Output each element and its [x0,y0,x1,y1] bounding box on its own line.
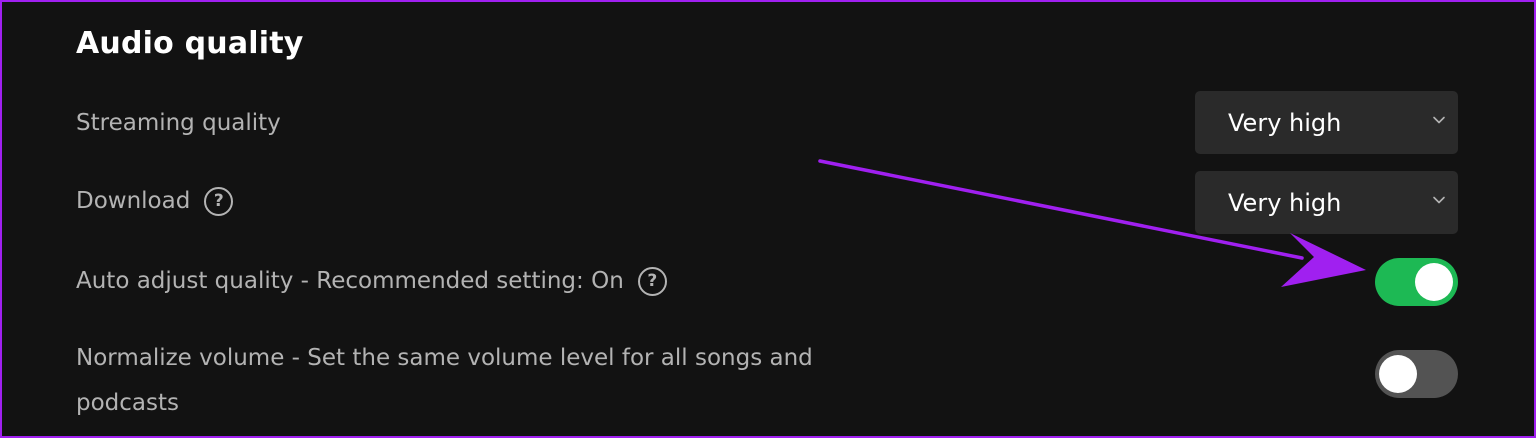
question-circle-icon[interactable]: ? [204,186,234,216]
toggle-knob [1379,355,1417,393]
auto-adjust-row: Auto adjust quality - Recommended settin… [76,264,667,298]
chevron-down-icon [1433,116,1445,124]
section-title: Audio quality [76,26,304,61]
auto-adjust-toggle[interactable] [1375,258,1458,306]
download-quality-value: Very high [1228,188,1342,217]
streaming-quality-dropdown[interactable]: Very high [1195,91,1458,154]
normalize-volume-row: Normalize volume - Set the same volume l… [76,336,896,426]
normalize-volume-toggle[interactable] [1375,350,1458,398]
question-circle-icon[interactable]: ? [637,266,667,296]
download-row: Download ? [76,184,234,218]
chevron-down-icon [1433,196,1445,204]
normalize-volume-label: Normalize volume - Set the same volume l… [76,345,813,416]
auto-adjust-label: Auto adjust quality - Recommended settin… [76,268,624,294]
download-quality-dropdown[interactable]: Very high [1195,171,1458,234]
streaming-quality-label: Streaming quality [76,110,281,136]
settings-panel: Audio quality Streaming quality Very hig… [0,0,1536,438]
streaming-quality-row: Streaming quality [76,106,281,140]
download-label: Download [76,188,191,214]
toggle-knob [1415,263,1453,301]
streaming-quality-value: Very high [1228,108,1342,137]
